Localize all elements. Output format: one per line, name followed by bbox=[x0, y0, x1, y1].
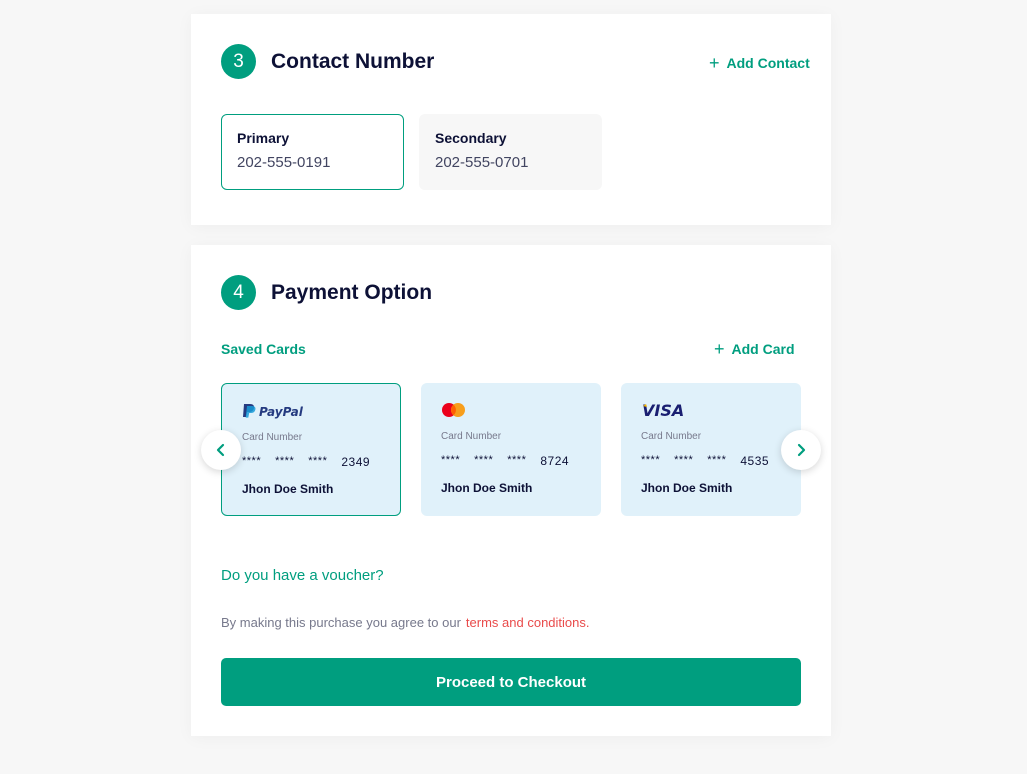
voucher-link[interactable]: Do you have a voucher? bbox=[221, 567, 384, 584]
step-badge: 4 bbox=[221, 275, 256, 310]
card-number-label: Card Number bbox=[242, 432, 303, 443]
plus-icon: + bbox=[709, 53, 720, 73]
card-holder-name: Jhon Doe Smith bbox=[641, 481, 733, 495]
card-number-label: Card Number bbox=[441, 431, 502, 442]
card-holder-name: Jhon Doe Smith bbox=[441, 481, 533, 495]
saved-card-mastercard[interactable]: Card Number **** **** **** 8724 Jhon Doe… bbox=[421, 383, 601, 516]
add-card-button[interactable]: + Add Card bbox=[714, 339, 795, 359]
carousel-next-button[interactable] bbox=[781, 430, 821, 470]
mastercard-logo-icon bbox=[441, 399, 581, 421]
card-holder-name: Jhon Doe Smith bbox=[242, 482, 334, 496]
add-card-label: Add Card bbox=[731, 341, 795, 357]
section-title: Contact Number bbox=[271, 50, 435, 73]
contact-number-section: 3 Contact Number + Add Contact Primary 2… bbox=[191, 14, 831, 225]
terms-suffix: . bbox=[585, 615, 590, 630]
saved-card-visa[interactable]: VISA Card Number **** **** **** 4535 Jho… bbox=[621, 383, 801, 516]
step-badge: 3 bbox=[221, 44, 256, 79]
chevron-right-icon bbox=[797, 443, 806, 457]
card-number: **** **** **** 4535 bbox=[641, 454, 770, 468]
saved-card-paypal[interactable]: PayPal Card Number **** **** **** 2349 J… bbox=[221, 383, 401, 516]
proceed-to-checkout-button[interactable]: Proceed to Checkout bbox=[221, 658, 801, 706]
phone-card-primary[interactable]: Primary 202-555-0191 bbox=[221, 114, 404, 190]
chevron-left-icon bbox=[216, 443, 225, 457]
payment-option-section: 4 Payment Option Saved Cards + Add Card … bbox=[191, 245, 831, 736]
phone-card-secondary[interactable]: Secondary 202-555-0701 bbox=[419, 114, 602, 190]
terms-link[interactable]: terms and conditions bbox=[466, 615, 586, 630]
svg-text:VISA: VISA bbox=[642, 401, 684, 419]
add-contact-button[interactable]: + Add Contact bbox=[709, 53, 810, 73]
phone-label: Secondary bbox=[435, 130, 507, 146]
terms-notice: By making this purchase you agree to our… bbox=[221, 615, 590, 630]
phone-number: 202-555-0191 bbox=[237, 154, 331, 171]
phone-label: Primary bbox=[237, 130, 290, 146]
card-number: **** **** **** 8724 bbox=[441, 454, 570, 468]
plus-icon: + bbox=[714, 339, 725, 359]
card-number: **** **** **** 2349 bbox=[242, 455, 371, 469]
card-number-label: Card Number bbox=[641, 431, 702, 442]
carousel-prev-button[interactable] bbox=[201, 430, 241, 470]
add-contact-label: Add Contact bbox=[726, 55, 810, 71]
paypal-logo-icon: PayPal bbox=[242, 400, 380, 422]
section-title: Payment Option bbox=[271, 281, 433, 304]
terms-prefix: By making this purchase you agree to our bbox=[221, 615, 461, 630]
saved-cards-label: Saved Cards bbox=[221, 341, 306, 357]
svg-text:PayPal: PayPal bbox=[259, 405, 304, 419]
visa-logo-icon: VISA bbox=[641, 399, 781, 421]
phone-number: 202-555-0701 bbox=[435, 154, 529, 171]
